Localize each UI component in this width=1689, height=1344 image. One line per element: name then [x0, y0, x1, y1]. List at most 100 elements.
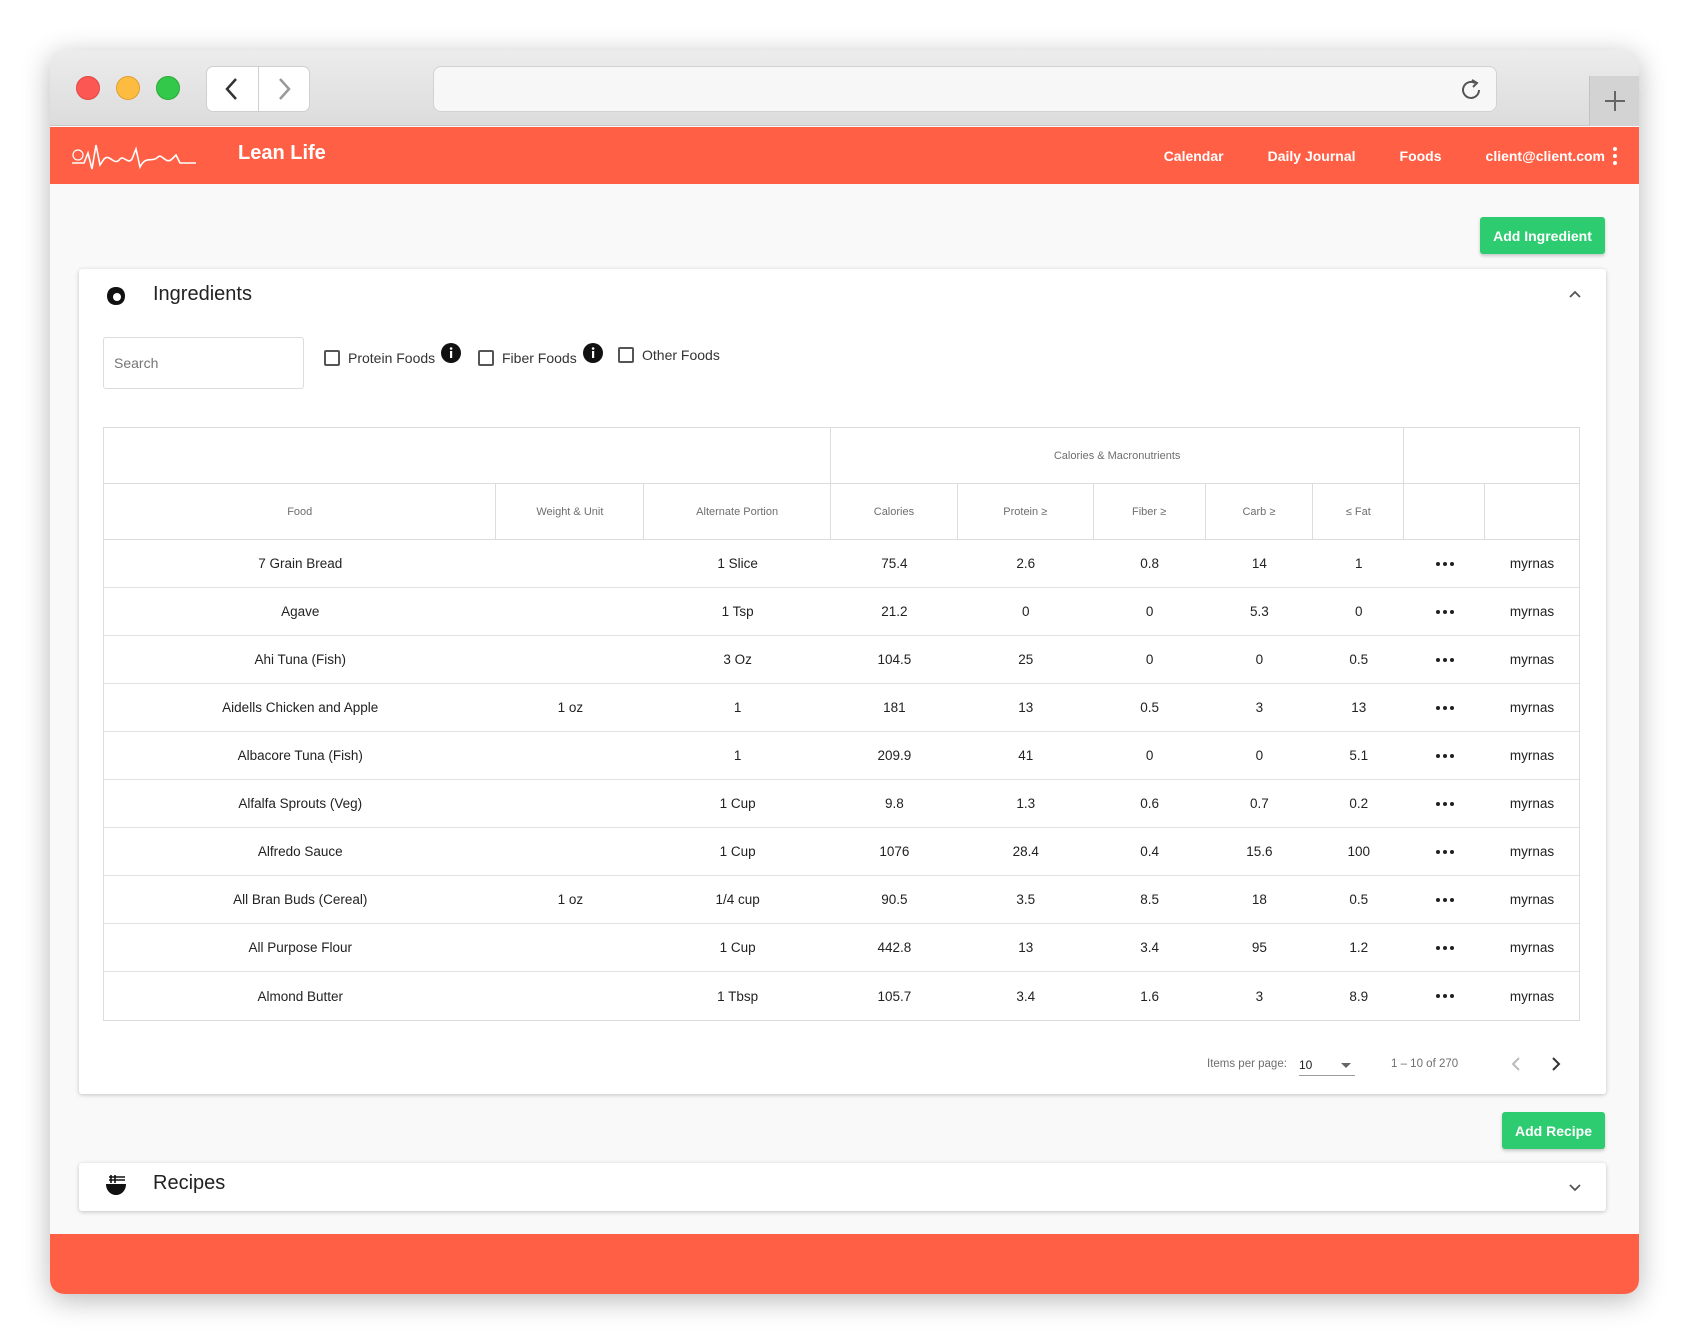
address-bar[interactable] — [433, 66, 1497, 112]
chevron-down-icon[interactable] — [1568, 1183, 1582, 1193]
cell-carb: 95 — [1251, 940, 1267, 955]
other-foods-checkbox[interactable] — [618, 347, 634, 363]
maximize-window-button[interactable] — [156, 76, 180, 100]
cell-fiber: 0 — [1145, 652, 1154, 667]
add-ingredient-button[interactable]: Add Ingredient — [1480, 217, 1605, 254]
signature-logo-icon[interactable] — [70, 139, 198, 175]
more-horiz-icon[interactable] — [1435, 945, 1454, 950]
row-actions-menu[interactable] — [1404, 732, 1485, 779]
table-row[interactable]: Ahi Tuna (Fish) 3 Oz 104.5 25 0 0 0.5 myrnas — [104, 636, 1579, 684]
cell-calories: 75.4 — [881, 556, 908, 571]
row-actions-menu[interactable] — [1404, 540, 1485, 587]
more-horiz-icon[interactable] — [1435, 561, 1454, 566]
app-header: Lean Life Calendar Daily Journal Foods c… — [50, 127, 1639, 184]
table-row[interactable]: Almond Butter 1 Tbsp 105.7 3.4 1.6 3 8.9 myrnas — [104, 972, 1579, 1020]
ingredients-title[interactable]: Ingredients — [153, 283, 252, 306]
info-icon[interactable] — [441, 343, 462, 363]
recipes-title[interactable]: Recipes — [153, 1172, 225, 1195]
more-horiz-icon[interactable] — [1435, 705, 1454, 710]
new-tab-button[interactable] — [1589, 76, 1639, 126]
protein-foods-label[interactable]: Protein Foods — [348, 350, 435, 366]
header-alternate-portion[interactable]: Alternate Portion — [644, 484, 832, 539]
close-window-button[interactable] — [76, 76, 100, 100]
header-carb[interactable]: Carb ≥ — [1206, 484, 1314, 539]
nav-foods[interactable]: Foods — [1400, 148, 1442, 164]
reload-icon[interactable] — [1458, 77, 1484, 103]
recipes-panel[interactable]: Recipes — [79, 1163, 1606, 1211]
fiber-foods-checkbox[interactable] — [478, 350, 494, 366]
search-input[interactable] — [103, 337, 304, 389]
nav-user-email[interactable]: client@client.com — [1486, 148, 1605, 164]
header-protein[interactable]: Protein ≥ — [958, 484, 1094, 539]
table-row[interactable]: All Purpose Flour 1 Cup 442.8 13 3.4 95 1.2 myr… — [104, 924, 1579, 972]
cell-fat: 0.2 — [1349, 796, 1369, 811]
header-fiber[interactable]: Fiber ≥ — [1094, 484, 1206, 539]
cell-owner: myrnas — [1509, 556, 1555, 571]
app-title[interactable]: Lean Life — [238, 142, 326, 165]
table-row[interactable]: Albacore Tuna (Fish) 1 209.9 41 0 0 5.1 myrnas — [104, 732, 1579, 780]
row-actions-menu[interactable] — [1404, 876, 1485, 923]
cell-calories: 21.2 — [881, 604, 908, 619]
row-actions-menu[interactable] — [1404, 924, 1485, 971]
cell-carb: 3 — [1255, 700, 1264, 715]
table-row[interactable]: Alfalfa Sprouts (Veg) 1 Cup 9.8 1.3 0.6 0.7 0.… — [104, 780, 1579, 828]
more-horiz-icon[interactable] — [1435, 609, 1454, 614]
header-fat[interactable]: ≤ Fat — [1313, 484, 1405, 539]
more-horiz-icon[interactable] — [1435, 657, 1454, 662]
cell-calories: 442.8 — [877, 940, 912, 955]
table-row[interactable]: Aidells Chicken and Apple 1 oz 1 181 13 0.5 3 1… — [104, 684, 1579, 732]
previous-page-icon[interactable] — [1506, 1054, 1526, 1074]
header-weight-unit[interactable]: Weight & Unit — [496, 484, 645, 539]
minimize-window-button[interactable] — [116, 76, 140, 100]
more-horiz-icon[interactable] — [1435, 897, 1454, 902]
header-calories[interactable]: Calories — [831, 484, 958, 539]
row-actions-menu[interactable] — [1404, 828, 1485, 875]
nav-daily-journal[interactable]: Daily Journal — [1268, 148, 1356, 164]
row-actions-menu[interactable] — [1404, 588, 1485, 635]
info-icon[interactable] — [582, 343, 603, 363]
cell-fat: 13 — [1351, 700, 1367, 715]
cell-weight-unit — [496, 828, 644, 875]
forward-button[interactable] — [257, 67, 310, 111]
row-actions-menu[interactable] — [1404, 684, 1485, 731]
page-size-select[interactable]: 10 — [1299, 1052, 1355, 1076]
header-food[interactable]: Food — [104, 484, 497, 539]
other-foods-filter[interactable]: Other Foods — [618, 347, 720, 363]
cell-food: All Bran Buds (Cereal) — [233, 892, 368, 907]
table-row[interactable]: Agave 1 Tsp 21.2 0 0 5.3 0 myrnas — [104, 588, 1579, 636]
back-button[interactable] — [207, 67, 258, 111]
table-row[interactable]: All Bran Buds (Cereal) 1 oz 1/4 cup 90.5 3.5… — [104, 876, 1579, 924]
cell-protein: 3.4 — [1016, 988, 1036, 1004]
more-vert-icon[interactable] — [1613, 146, 1617, 165]
next-page-icon[interactable] — [1546, 1054, 1566, 1074]
cell-food: Alfredo Sauce — [257, 844, 343, 859]
other-foods-label[interactable]: Other Foods — [642, 347, 720, 363]
cell-fiber: 0.5 — [1140, 700, 1159, 715]
more-horiz-icon[interactable] — [1435, 849, 1454, 854]
fiber-foods-label[interactable]: Fiber Foods — [502, 350, 577, 366]
cell-weight-unit — [496, 732, 644, 779]
protein-foods-filter[interactable]: Protein Foods — [324, 343, 462, 366]
chevron-right-icon — [278, 78, 291, 100]
more-horiz-icon[interactable] — [1435, 994, 1454, 998]
nav-calendar[interactable]: Calendar — [1164, 148, 1224, 164]
cell-protein: 41 — [1018, 748, 1034, 763]
table-row[interactable]: Alfredo Sauce 1 Cup 1076 28.4 0.4 15.6 100 myrn… — [104, 828, 1579, 876]
more-horiz-icon[interactable] — [1435, 753, 1454, 758]
cell-food: Ahi Tuna (Fish) — [254, 652, 346, 667]
egg-icon — [107, 287, 125, 305]
add-recipe-button[interactable]: Add Recipe — [1502, 1112, 1605, 1149]
cell-carb: 3 — [1255, 988, 1264, 1004]
row-actions-menu[interactable] — [1404, 972, 1485, 1020]
more-horiz-icon[interactable] — [1435, 801, 1454, 806]
table-row[interactable]: 7 Grain Bread 1 Slice 75.4 2.6 0.8 14 1 myrnas — [104, 540, 1579, 588]
cell-alternate-portion: 1 Cup — [719, 844, 756, 859]
row-actions-menu[interactable] — [1404, 636, 1485, 683]
protein-foods-checkbox[interactable] — [324, 350, 340, 366]
cell-weight-unit — [496, 924, 644, 971]
row-actions-menu[interactable] — [1404, 780, 1485, 827]
chevron-up-icon[interactable] — [1568, 289, 1582, 299]
cell-owner: myrnas — [1509, 892, 1555, 907]
cell-fiber: 1.6 — [1140, 988, 1159, 1004]
fiber-foods-filter[interactable]: Fiber Foods — [478, 343, 603, 366]
